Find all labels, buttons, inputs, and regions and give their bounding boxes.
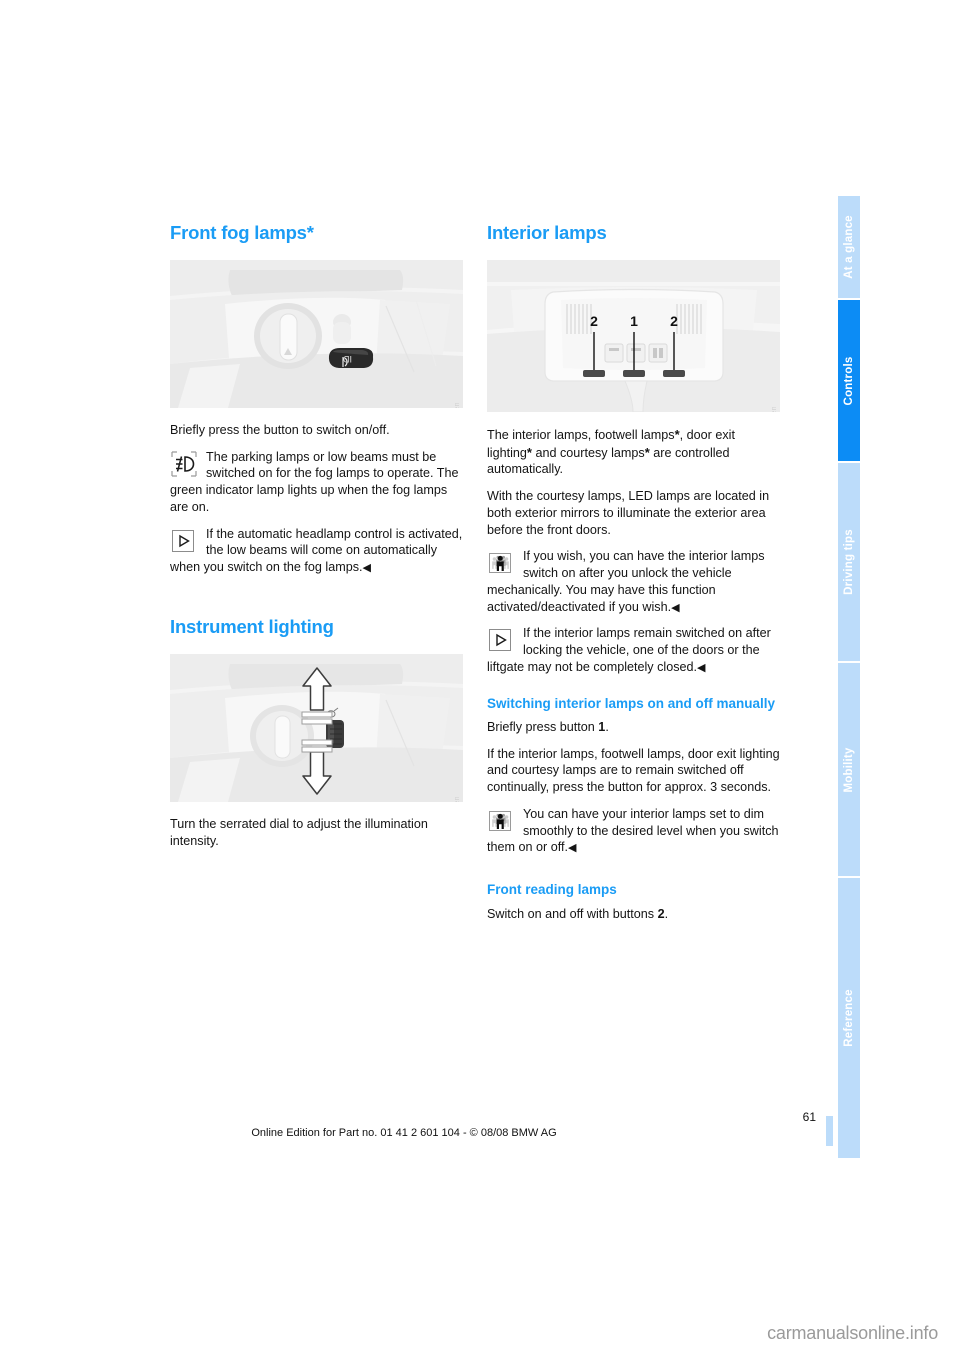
instrument-lighting-body-text: Turn the serrated dial to adjust the ill… (170, 816, 428, 848)
triangle-note-icon (487, 626, 515, 654)
right-column: Interior lamps 2 1 2 The interior lamps,… (487, 222, 782, 932)
para-segment: The interior lamps, footwell lamps (487, 428, 675, 442)
note-body: If the automatic headlamp control is act… (170, 526, 463, 575)
figure-code: WFOC5404en (454, 796, 461, 802)
footer-accent-bar (826, 1116, 833, 1146)
sidebar-tab-mobility[interactable]: Mobility (838, 663, 860, 878)
svg-text:2: 2 (590, 313, 598, 329)
interior-lamps-paragraph-1: The interior lamps, footwell lamps*, doo… (487, 426, 782, 478)
figure-overhead-console: 2 1 2 WFOC3624en (487, 260, 780, 412)
note-text: The parking lamps or low beams must be s… (170, 449, 459, 514)
note-body: If the interior lamps remain switched on… (487, 626, 771, 674)
instrument-lighting-illustration (170, 653, 463, 802)
figure-code: WFOC5404en (454, 402, 461, 408)
figure-code: WFOC3624en (771, 406, 778, 412)
svg-text:1: 1 (630, 313, 638, 329)
fog-lamps-intro-text: Briefly press the button to switch on/of… (170, 423, 390, 437)
fog-lamp-indicator-icon (170, 450, 198, 478)
note-endmark: ◀ (567, 842, 576, 855)
para-segment: . (664, 906, 669, 921)
sidebar-tab-label: Reference (843, 989, 855, 1047)
sidebar-tab-at-a-glance[interactable]: At a glance (838, 196, 860, 300)
svg-text:2: 2 (670, 313, 678, 329)
callout-reference: 2 (657, 906, 665, 921)
note-fog-lamp-requirement: The parking lamps or low beams must be s… (170, 449, 465, 516)
switching-manually-paragraph-1: Briefly press button 1. (487, 719, 782, 736)
note-automatic-headlamp-control: If the automatic headlamp control is act… (170, 526, 465, 576)
sidebar-tab-label: Driving tips (843, 529, 855, 595)
note-dim-smoothly: You can have your interior lamps set to … (487, 806, 782, 856)
dealer-service-icon (487, 549, 515, 577)
page-footer: 61 Online Edition for Part no. 01 41 2 6… (0, 1110, 838, 1139)
para-segment: and courtesy lamps (531, 445, 645, 460)
para-segment: Switch on and off with buttons (487, 906, 658, 921)
para-segment: . (605, 720, 609, 735)
imprint-line: Online Edition for Part no. 01 41 2 601 … (251, 1127, 557, 1139)
figure-instrument-lighting-dial: WFOC5404en (170, 653, 463, 802)
sidebar-tab-controls[interactable]: Controls (838, 300, 860, 463)
note-text: If the interior lamps remain switched on… (487, 625, 782, 675)
page-number: 61 (802, 1110, 816, 1124)
note-body: If you wish, you can have the interior l… (487, 549, 765, 614)
sidebar-tab-reference[interactable]: Reference (838, 878, 860, 1158)
svg-text:ID: ID (342, 354, 352, 364)
section-heading-front-fog-lamps: Front fog lamps* (170, 222, 314, 243)
triangle-note-icon (170, 527, 198, 555)
section-heading-interior-lamps: Interior lamps (487, 222, 607, 243)
overhead-console-illustration: 2 1 2 (487, 260, 780, 412)
sidebar-tab-driving-tips[interactable]: Driving tips (838, 463, 860, 663)
dealer-service-icon (487, 807, 515, 835)
note-body: You can have your interior lamps set to … (487, 806, 779, 855)
note-lamps-remain-on: If the interior lamps remain switched on… (487, 625, 782, 675)
para-segment: Briefly press button (487, 720, 599, 735)
note-text: You can have your interior lamps set to … (487, 806, 782, 856)
fog-lamp-switch-illustration: ID (170, 260, 463, 408)
site-watermark: carmanualsonline.info (767, 1323, 938, 1343)
manual-page: At a glance Controls Driving tips Mobili… (0, 0, 960, 1358)
note-endmark: ◀ (362, 562, 371, 575)
note-endmark: ◀ (697, 661, 705, 674)
sidebar-tab-label: Mobility (843, 746, 855, 793)
note-endmark: ◀ (671, 601, 680, 614)
chapter-tab-sidebar: At a glance Controls Driving tips Mobili… (838, 196, 860, 1158)
note-text: If you wish, you can have the interior l… (487, 548, 782, 615)
subsection-heading-front-reading-lamps: Front reading lamps (487, 882, 617, 898)
section-heading-instrument-lighting: Instrument lighting (170, 615, 334, 637)
figure-fog-lamp-switch: ID WFOC5404en (170, 260, 463, 408)
subsection-heading-switching-manually: Switching interior lamps on and off manu… (487, 695, 776, 711)
note-unlock-mechanically: If you wish, you can have the interior l… (487, 548, 782, 615)
front-reading-lamps-paragraph: Switch on and off with buttons 2. (487, 906, 782, 923)
left-column: Front fog lamps* ID Briefly press the bu… (170, 222, 465, 859)
sidebar-tab-label: At a glance (843, 215, 855, 279)
sidebar-tab-label: Controls (843, 356, 855, 405)
interior-lamps-paragraph-2: With the courtesy lamps, LED lamps are l… (487, 489, 770, 537)
note-text: If the automatic headlamp control is act… (170, 526, 465, 576)
switching-manually-paragraph-2: If the interior lamps, footwell lamps, d… (487, 746, 780, 795)
